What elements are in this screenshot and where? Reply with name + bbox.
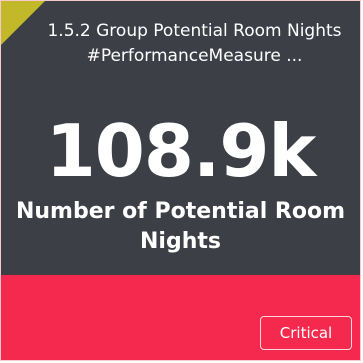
metric-label: Number of Potential Room Nights [15,199,346,254]
status-band: Critical [1,275,360,360]
metric-value: 108.9k [45,109,317,193]
kpi-card[interactable]: 1.5.2 Group Potential Room Nights #Perfo… [0,0,361,361]
critical-status-button[interactable]: Critical [260,316,352,350]
card-title: 1.5.2 Group Potential Room Nights #Perfo… [47,21,342,66]
corner-flag-icon [1,1,45,45]
